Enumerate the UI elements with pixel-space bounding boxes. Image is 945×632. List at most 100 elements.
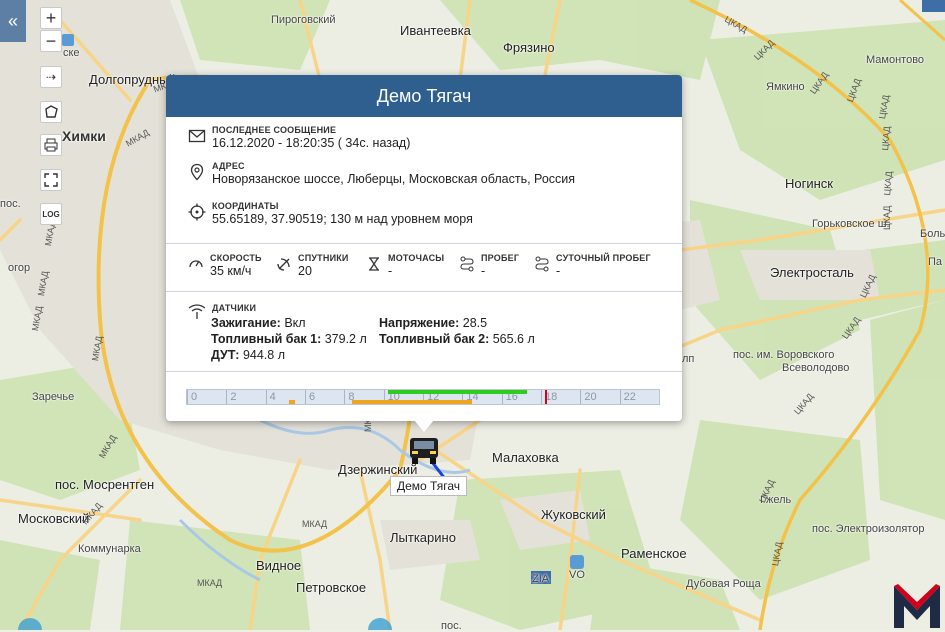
map-place-label: Горьковское ш. (812, 218, 890, 230)
fullscreen-icon (44, 173, 58, 187)
map-place-label: ске (63, 47, 80, 59)
stat-value: 20 (298, 264, 312, 278)
address-label: АДРЕС (212, 161, 245, 171)
stat-mileage: ПРОБЕГ - (459, 253, 519, 278)
fullscreen-button[interactable] (40, 169, 62, 191)
map-place-label: Ивантеевка (400, 23, 471, 38)
map-place-label: Па (928, 256, 943, 268)
popup-title: Демо Тягач (166, 75, 682, 117)
stat-label: СУТОЧНЫЙ ПРОБЕГ (556, 253, 651, 263)
log-button[interactable]: LOG (40, 203, 62, 225)
collapse-panel-button[interactable]: « (0, 0, 26, 42)
speedometer-icon (189, 260, 203, 268)
stat-label: МОТОЧАСЫ (388, 253, 445, 263)
satellite-icon (277, 258, 290, 271)
map-place-label: ZIA (532, 573, 550, 585)
road-label: МКАД (302, 519, 328, 529)
map-place-label: Пироговский (271, 14, 336, 26)
route-icon (460, 256, 474, 272)
stat-speed: СКОРОСТЬ 35 км/ч (188, 253, 262, 278)
printer-icon (44, 138, 58, 152)
sensor-fuel-tank-1: Топливный бак 1: 379.2 л (211, 332, 367, 346)
map-place-label: Жуковский (541, 507, 606, 522)
envelope-icon (188, 129, 206, 143)
last-message-value: 16.12.2020 - 18:20:35 ( 34с. назад) (212, 136, 411, 150)
stat-label: СКОРОСТЬ (210, 253, 262, 263)
timeline-stop-segment[interactable] (289, 400, 296, 404)
sensor-dut: ДУТ: 944.8 л (211, 348, 285, 362)
timeline-tick: 2 (226, 390, 236, 404)
sensor-voltage: Напряжение: 28.5 (379, 316, 488, 330)
map-place-label: Всеволодово (782, 362, 850, 374)
divider (166, 243, 682, 244)
print-button[interactable] (40, 134, 62, 156)
stat-engine-hours: МОТОЧАСЫ - (366, 253, 444, 278)
zoom-in-button[interactable]: + (40, 7, 62, 29)
map-place-label: пос. им. Воровского (733, 349, 835, 361)
map-place-label: Раменское (621, 546, 687, 561)
map-place-label: Химки (62, 128, 106, 144)
activity-timeline[interactable]: 0 2 4 6 8 10 12 14 16 18 20 22 (186, 389, 660, 405)
timeline-tick: 0 (187, 390, 197, 404)
map-place-label: пос. (441, 620, 462, 632)
polygon-icon (45, 105, 58, 118)
map-place-label: Ногинск (785, 176, 833, 191)
stat-value: - (556, 264, 561, 278)
map-place-label: пос. (0, 198, 21, 210)
polygon-tool-button[interactable] (40, 101, 62, 123)
divider (166, 291, 682, 292)
stat-value: - (481, 264, 486, 278)
map-place-label: Фрязино (503, 40, 555, 55)
map-place-label: лп (682, 353, 695, 365)
road-label: ЦКАД (880, 125, 893, 151)
truck-icon (410, 438, 438, 464)
map-place-label: Боль (920, 228, 945, 240)
hourglass-icon (369, 257, 379, 271)
timeline-moving-segment[interactable] (387, 390, 528, 394)
map-place-label: Электросталь (770, 265, 854, 280)
map-place-label: Видное (256, 558, 302, 573)
map-place-label: Малаховка (492, 450, 559, 465)
stat-label: ПРОБЕГ (481, 253, 520, 263)
address-value: Новорязанское шоссе, Люберцы, Московская… (212, 172, 576, 186)
map-place-label: Петровское (296, 580, 367, 595)
vehicle-map-label[interactable]: Демо Тягач (390, 476, 467, 496)
sensor-ignition: Зажигание: Вкл (211, 316, 306, 330)
timeline-current-marker (544, 390, 547, 404)
map-place-label: пос. Электроизолятор (812, 523, 925, 535)
popup-pointer (414, 420, 434, 432)
road-label: МКАД (197, 578, 223, 588)
divider (166, 371, 682, 372)
last-message-label: ПОСЛЕДНЕЕ СООБЩЕНИЕ (212, 125, 337, 135)
sensor-icon (188, 304, 206, 319)
route-icon (535, 256, 549, 272)
stat-value: 35 км/ч (210, 264, 252, 278)
timeline-stop-segment[interactable] (352, 400, 473, 404)
route-button[interactable]: ⇢ (40, 66, 62, 88)
map-place-label: Дубовая Роща (686, 578, 761, 590)
map-place-label: пос. Мосрентген (55, 477, 155, 492)
timeline-tick: 22 (619, 390, 636, 404)
stat-label: СПУТНИКИ (298, 253, 349, 263)
road-label: ЦКАД (882, 205, 892, 230)
coordinates-label: КООРДИНАТЫ (212, 201, 279, 211)
zoom-out-button[interactable]: − (40, 30, 62, 52)
map-place-label: Ямкино (766, 81, 805, 93)
crosshair-icon (188, 203, 206, 221)
timeline-tick: 4 (265, 390, 276, 404)
timeline-tick: 6 (305, 390, 315, 404)
stat-daily-mileage: СУТОЧНЫЙ ПРОБЕГ - (534, 253, 651, 278)
map-place-label: Заречье (32, 391, 75, 403)
vehicle-info-popup: Демо Тягач ПОСЛЕДНЕЕ СООБЩЕНИЕ 16.12.202… (166, 75, 682, 421)
vehicle-marker[interactable] (406, 436, 442, 466)
coordinates-value: 55.65189, 37.90519; 130 м над уровнем мо… (212, 212, 473, 226)
location-pin-icon (190, 163, 204, 181)
timeline-tick: 18 (541, 390, 557, 404)
stat-value: - (388, 264, 393, 278)
brand-logo (894, 584, 940, 628)
map-place-label: Московский (18, 511, 90, 526)
map-place-label: Мамонтово (866, 54, 925, 66)
map-place-label: Лыткарино (390, 530, 456, 545)
stat-satellites: СПУТНИКИ 20 (276, 253, 349, 278)
map-place-label: VO (569, 569, 585, 581)
